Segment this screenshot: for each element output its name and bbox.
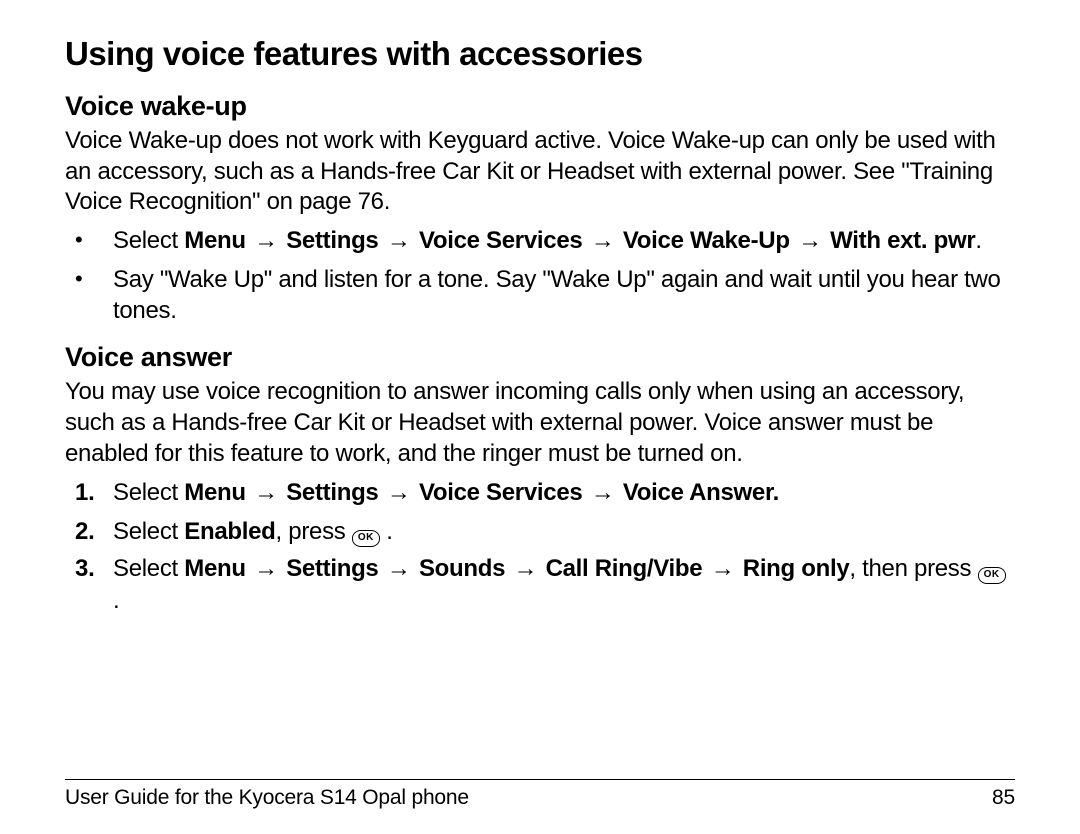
- page-title: Using voice features with accessories: [65, 35, 1015, 73]
- list-item: Say "Wake Up" and listen for a tone. Say…: [75, 265, 1015, 326]
- voice-wakeup-list: Select Menu → Settings → Voice Services …: [75, 226, 1015, 326]
- arrow-right-icon: →: [589, 478, 617, 509]
- list-item: Select Enabled, press OK .: [75, 516, 1015, 547]
- text: .: [386, 518, 392, 545]
- arrow-right-icon: →: [252, 478, 280, 509]
- arrow-right-icon: →: [252, 226, 280, 257]
- arrow-right-icon: →: [709, 554, 737, 585]
- arrow-right-icon: →: [589, 226, 617, 257]
- ok-button-icon: OK: [978, 567, 1006, 584]
- arrow-right-icon: →: [385, 478, 413, 509]
- footer-page-number: 85: [992, 786, 1015, 810]
- text: Select: [113, 227, 184, 254]
- voice-wakeup-para: Voice Wake-up does not work with Keyguar…: [65, 126, 1015, 218]
- arrow-right-icon: →: [385, 554, 413, 585]
- voice-answer-para: You may use voice recognition to answer …: [65, 377, 1015, 469]
- text: , press: [276, 518, 352, 545]
- list-item: Select Menu → Settings → Voice Services …: [75, 226, 1015, 257]
- text: Select: [113, 555, 184, 582]
- arrow-right-icon: →: [512, 554, 540, 585]
- voice-answer-heading: Voice answer: [65, 342, 1015, 373]
- text: .: [975, 227, 981, 254]
- arrow-right-icon: →: [385, 226, 413, 257]
- ok-button-icon: OK: [352, 530, 380, 547]
- arrow-right-icon: →: [796, 226, 824, 257]
- list-item: Select Menu → Settings → Sounds → Call R…: [75, 553, 1015, 616]
- text: Enabled: [184, 518, 275, 545]
- footer-divider: [65, 779, 1015, 780]
- list-item: Select Menu → Settings → Voice Services …: [75, 477, 1015, 509]
- menu-path: Menu → Settings → Voice Services → Voice…: [184, 479, 779, 506]
- voice-wakeup-heading: Voice wake-up: [65, 91, 1015, 122]
- footer-guide-title: User Guide for the Kyocera S14 Opal phon…: [65, 786, 469, 810]
- text: .: [113, 587, 119, 614]
- menu-path: Menu → Settings → Voice Services → Voice…: [184, 227, 975, 254]
- voice-answer-steps: Select Menu → Settings → Voice Services …: [75, 477, 1015, 616]
- text: , then press: [849, 555, 977, 582]
- text: Select: [113, 518, 184, 545]
- text: Select: [113, 479, 184, 506]
- arrow-right-icon: →: [252, 554, 280, 585]
- menu-path: Menu → Settings → Sounds → Call Ring/Vib…: [184, 555, 849, 582]
- page-footer: User Guide for the Kyocera S14 Opal phon…: [65, 779, 1015, 810]
